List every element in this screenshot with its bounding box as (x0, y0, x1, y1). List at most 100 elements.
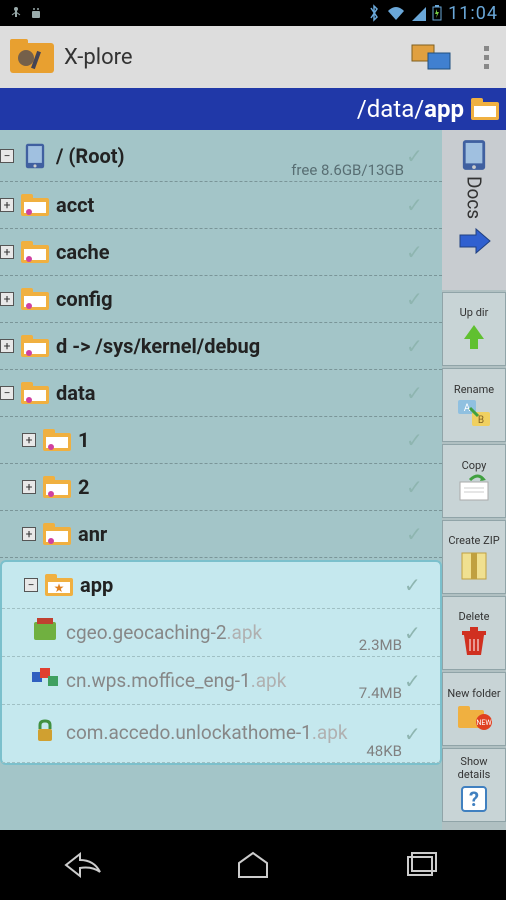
path-bar[interactable]: /data/app (0, 88, 506, 130)
tree-row[interactable]: + anr✓ (0, 511, 442, 558)
tree-row[interactable]: +1✓ (0, 417, 442, 464)
recent-icon (406, 851, 438, 879)
file-icon (30, 717, 66, 751)
tab-label: Docs (463, 176, 486, 219)
folder-label: d -> /sys/kernel/debug (56, 334, 406, 358)
tree-row-root[interactable]: − / (Root) ✓ free 8.6GB/13GB (0, 130, 442, 182)
check-icon[interactable]: ✓ (404, 573, 430, 597)
delete-button[interactable]: Delete (442, 596, 506, 670)
copy-button[interactable]: Copy (442, 444, 506, 518)
new-folder-button[interactable]: New folder NEW (442, 672, 506, 746)
expand-icon[interactable]: + (22, 527, 36, 541)
check-icon[interactable]: ✓ (406, 522, 432, 546)
tree-row[interactable]: + config✓ (0, 276, 442, 323)
check-icon[interactable]: ✓ (406, 240, 432, 264)
up-dir-button[interactable]: Up dir (442, 292, 506, 366)
file-row[interactable]: cn.wps.moffice_eng-1.apk✓7.4MB (2, 657, 440, 705)
check-icon[interactable]: ✓ (406, 193, 432, 217)
overflow-menu-button[interactable] (474, 46, 498, 69)
folder-icon (20, 192, 50, 218)
check-icon[interactable]: ✓ (404, 669, 430, 693)
button-label: Up dir (460, 306, 489, 319)
status-bar: 11:04 (0, 0, 506, 26)
folder-label: cache (56, 240, 406, 264)
collapse-icon[interactable]: − (0, 149, 14, 163)
recent-button[interactable] (392, 845, 452, 885)
home-button[interactable] (223, 845, 283, 885)
file-tree: − / (Root) ✓ free 8.6GB/13GB +acct✓+cach… (0, 130, 442, 830)
check-icon[interactable]: ✓ (406, 475, 432, 499)
dual-pane-icon[interactable] (410, 39, 454, 75)
folder-label: data (56, 381, 406, 405)
new-folder-icon: NEW (456, 702, 492, 732)
tree-row[interactable]: + d -> /sys/kernel/debug✓ (0, 323, 442, 370)
back-button[interactable] (54, 845, 114, 885)
check-icon[interactable]: ✓ (404, 621, 430, 645)
arrow-right-icon (456, 227, 492, 255)
rename-button[interactable]: Rename AB (442, 368, 506, 442)
app-icon (8, 33, 56, 81)
right-panel: Docs Up dir Rename AB Copy Create ZIP De… (442, 130, 506, 830)
button-label: New folder (447, 687, 500, 700)
button-label: Copy (462, 459, 487, 472)
expand-icon[interactable]: + (0, 292, 14, 306)
rename-icon: AB (456, 398, 492, 428)
device-icon (461, 138, 487, 172)
svg-text:★: ★ (54, 581, 65, 595)
folder-label: config (56, 287, 406, 311)
collapse-icon[interactable]: − (0, 386, 14, 400)
folder-label: anr (78, 522, 406, 546)
file-row[interactable]: cgeo.geocaching-2.apk✓2.3MB (2, 609, 440, 657)
tree-row[interactable]: + cache✓ (0, 229, 442, 276)
expand-icon[interactable]: + (0, 339, 14, 353)
folder-label: app (80, 573, 404, 597)
folder-star-icon: ★ (44, 572, 74, 598)
signal-icon (412, 5, 426, 21)
selected-folder-area: − ★ app ✓ cgeo.geocaching-2.apk✓2.3MBcn.… (0, 560, 442, 765)
folder-label: 1 (78, 428, 406, 452)
collapse-icon[interactable]: − (24, 578, 38, 592)
path-current: app (424, 95, 464, 123)
app-title: X-plore (64, 45, 410, 70)
clock: 11:04 (448, 3, 498, 24)
battery-icon (432, 5, 442, 21)
secondary-pane-tab[interactable]: Docs (442, 130, 506, 290)
file-row[interactable]: com.accedo.unlockathome-1.apk✓48KB (2, 705, 440, 763)
trash-icon (458, 625, 490, 657)
folder-icon (42, 427, 72, 453)
expand-icon[interactable]: + (0, 245, 14, 259)
file-size: 48KB (366, 742, 402, 760)
svg-text:NEW: NEW (476, 719, 492, 727)
file-name: cn.wps.moffice_eng-1.apk (66, 669, 404, 692)
folder-icon (20, 333, 50, 359)
check-icon[interactable]: ✓ (406, 287, 432, 311)
folder-icon (42, 474, 72, 500)
navigation-bar (0, 830, 506, 900)
folder-icon (20, 286, 50, 312)
device-icon (20, 143, 50, 169)
expand-icon[interactable]: + (22, 480, 36, 494)
arrow-up-icon (458, 321, 490, 353)
file-name: com.accedo.unlockathome-1.apk (66, 723, 404, 744)
android-icon (28, 5, 44, 21)
copy-icon (456, 474, 492, 504)
check-icon[interactable]: ✓ (406, 381, 432, 405)
button-label: Rename (454, 383, 494, 396)
show-details-button[interactable]: Show details ? (442, 748, 506, 822)
help-icon: ? (458, 783, 490, 815)
expand-icon[interactable]: + (0, 198, 14, 212)
tree-row-app[interactable]: − ★ app ✓ (2, 562, 440, 609)
check-icon[interactable]: ✓ (406, 428, 432, 452)
check-icon[interactable]: ✓ (406, 144, 432, 168)
folder-icon (20, 380, 50, 406)
tree-row[interactable]: +2✓ (0, 464, 442, 511)
tree-row[interactable]: +acct✓ (0, 182, 442, 229)
svg-text:B: B (478, 415, 484, 426)
storage-info: free 8.6GB/13GB (291, 161, 404, 179)
tree-row-data[interactable]: − data ✓ (0, 370, 442, 417)
check-icon[interactable]: ✓ (406, 334, 432, 358)
create-zip-button[interactable]: Create ZIP (442, 520, 506, 594)
check-icon[interactable]: ✓ (404, 722, 430, 746)
back-icon (64, 852, 104, 878)
expand-icon[interactable]: + (22, 433, 36, 447)
